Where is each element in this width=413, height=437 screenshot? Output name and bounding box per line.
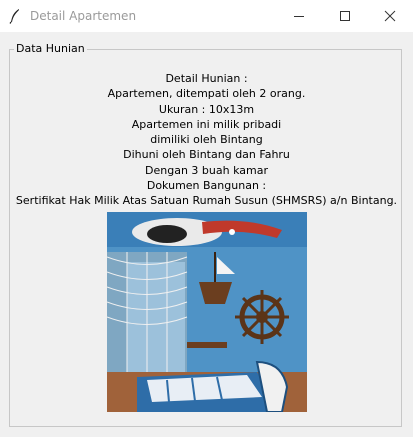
maximize-button[interactable] bbox=[322, 0, 368, 32]
minimize-button[interactable] bbox=[276, 0, 322, 32]
bedroom-photo bbox=[107, 212, 307, 412]
detail-rooms: Dengan 3 buah kamar bbox=[145, 163, 268, 177]
detail-residents: Dihuni oleh Bintang dan Fahru bbox=[123, 148, 290, 162]
maximize-icon bbox=[340, 11, 350, 21]
detail-heading: Detail Hunian : bbox=[165, 72, 248, 85]
close-button[interactable] bbox=[367, 0, 413, 32]
details-text: Detail Hunian : Apartemen, ditempati ole… bbox=[10, 71, 403, 209]
detail-documents-heading: Dokumen Bangunan : bbox=[146, 179, 267, 193]
window-title: Detail Apartemen bbox=[30, 9, 137, 23]
title-bar[interactable]: Detail Apartemen bbox=[0, 0, 413, 32]
feather-icon bbox=[8, 8, 22, 24]
detail-certificate: Sertifikat Hak Milik Atas Satuan Rumah S… bbox=[15, 194, 398, 208]
detail-ownership: Apartemen ini milik pribadi bbox=[131, 117, 282, 131]
detail-size: Ukuran : 10x13m bbox=[158, 102, 255, 116]
close-icon bbox=[384, 10, 396, 22]
frame-label: Data Hunian bbox=[14, 42, 87, 55]
detail-occupancy: Apartemen, ditempati oleh 2 orang. bbox=[107, 87, 306, 101]
minimize-icon bbox=[294, 16, 304, 17]
detail-owner: dimiliki oleh Bintang bbox=[150, 133, 263, 147]
